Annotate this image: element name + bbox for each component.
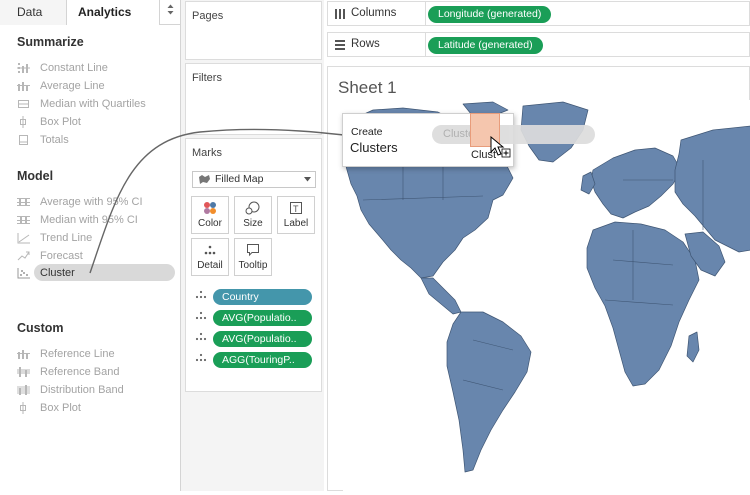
ghost-cluster-pill: Cluster (432, 125, 595, 144)
drag-path-overlay (89, 128, 434, 274)
drag-cursor-icon (490, 136, 511, 158)
dropzone-line1: Create (351, 126, 383, 138)
dropzone-line2: Clusters (350, 140, 398, 155)
